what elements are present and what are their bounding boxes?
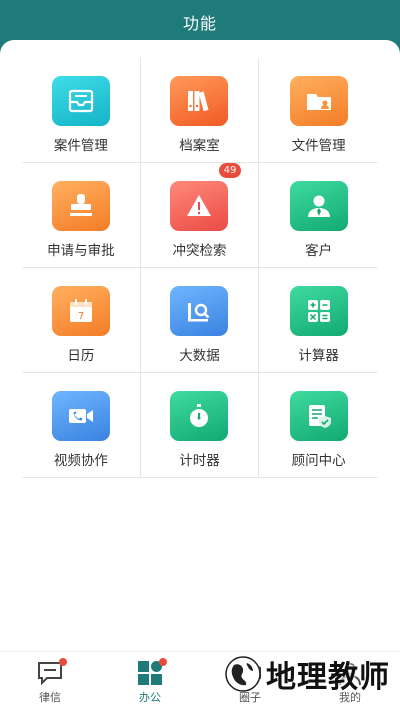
page-title: 功能 xyxy=(182,14,217,33)
globe-logo-icon xyxy=(225,656,261,692)
warning-document-icon xyxy=(170,181,229,231)
calculator-icon xyxy=(289,286,348,336)
client-user-icon xyxy=(289,181,348,231)
feature-label: 计算器 xyxy=(298,348,339,364)
tab-label: 律信 xyxy=(39,691,61,704)
feature-label: 视频协作 xyxy=(53,453,108,469)
feature-label: 计时器 xyxy=(179,453,220,469)
feature-label: 客户 xyxy=(305,243,333,259)
feature-label: 案件管理 xyxy=(53,138,108,154)
feature-label: 申请与审批 xyxy=(47,243,115,259)
feature-label: 文件管理 xyxy=(291,138,346,154)
feature-grid: 案件管理 档案室 文件管理 49 申请与审批 冲突检索 客户 7 日历 大数据 … xyxy=(22,58,378,478)
office-grid-icon xyxy=(136,658,167,686)
feature-conflict-search[interactable]: 冲突检索 xyxy=(140,163,260,268)
archive-binders-icon xyxy=(170,76,229,126)
feature-panel: 案件管理 档案室 文件管理 49 申请与审批 冲突检索 客户 7 日历 大数据 … xyxy=(0,40,400,711)
watermark-text: 地理教师 xyxy=(266,660,390,695)
watermark: 地理教师 xyxy=(220,651,390,697)
feature-calculator[interactable]: 计算器 xyxy=(259,268,378,373)
chat-icon xyxy=(36,658,67,686)
feature-clients[interactable]: 客户 xyxy=(259,163,378,268)
feature-case-management[interactable]: 案件管理 xyxy=(22,58,141,163)
feature-file-management[interactable]: 文件管理 xyxy=(259,58,378,163)
office-dot xyxy=(159,658,167,666)
video-camera-icon xyxy=(51,391,110,441)
inbox-tray-icon xyxy=(51,76,110,126)
tab-label: 办公 xyxy=(139,691,161,704)
feature-label: 顾问中心 xyxy=(291,453,346,469)
app-header: 功能 xyxy=(0,0,400,44)
tab-office[interactable]: 办公 xyxy=(100,652,200,711)
feature-label: 大数据 xyxy=(179,348,220,364)
tab-chat[interactable]: 律信 xyxy=(0,652,100,711)
unread-dot xyxy=(59,658,67,666)
feature-application-approval[interactable]: 49 申请与审批 xyxy=(22,163,241,268)
big-data-search-icon xyxy=(170,286,229,336)
feature-archive-room[interactable]: 档案室 xyxy=(140,58,260,163)
feature-label: 档案室 xyxy=(179,138,220,154)
feature-consultant-center[interactable]: 顾问中心 xyxy=(259,373,378,478)
consultant-shield-icon xyxy=(289,391,348,441)
feature-label: 冲突检索 xyxy=(172,243,227,259)
feature-timer[interactable]: 计时器 xyxy=(140,373,260,478)
timer-icon xyxy=(170,391,229,441)
feature-label: 日历 xyxy=(67,348,95,364)
calendar-day: 7 xyxy=(78,311,84,322)
stamp-icon xyxy=(51,181,110,231)
calendar-icon: 7 xyxy=(51,286,110,336)
feature-big-data[interactable]: 大数据 xyxy=(140,268,260,373)
feature-video-collaboration[interactable]: 视频协作 xyxy=(22,373,141,478)
folder-user-icon xyxy=(289,76,348,126)
feature-calendar[interactable]: 7 日历 xyxy=(22,268,141,373)
